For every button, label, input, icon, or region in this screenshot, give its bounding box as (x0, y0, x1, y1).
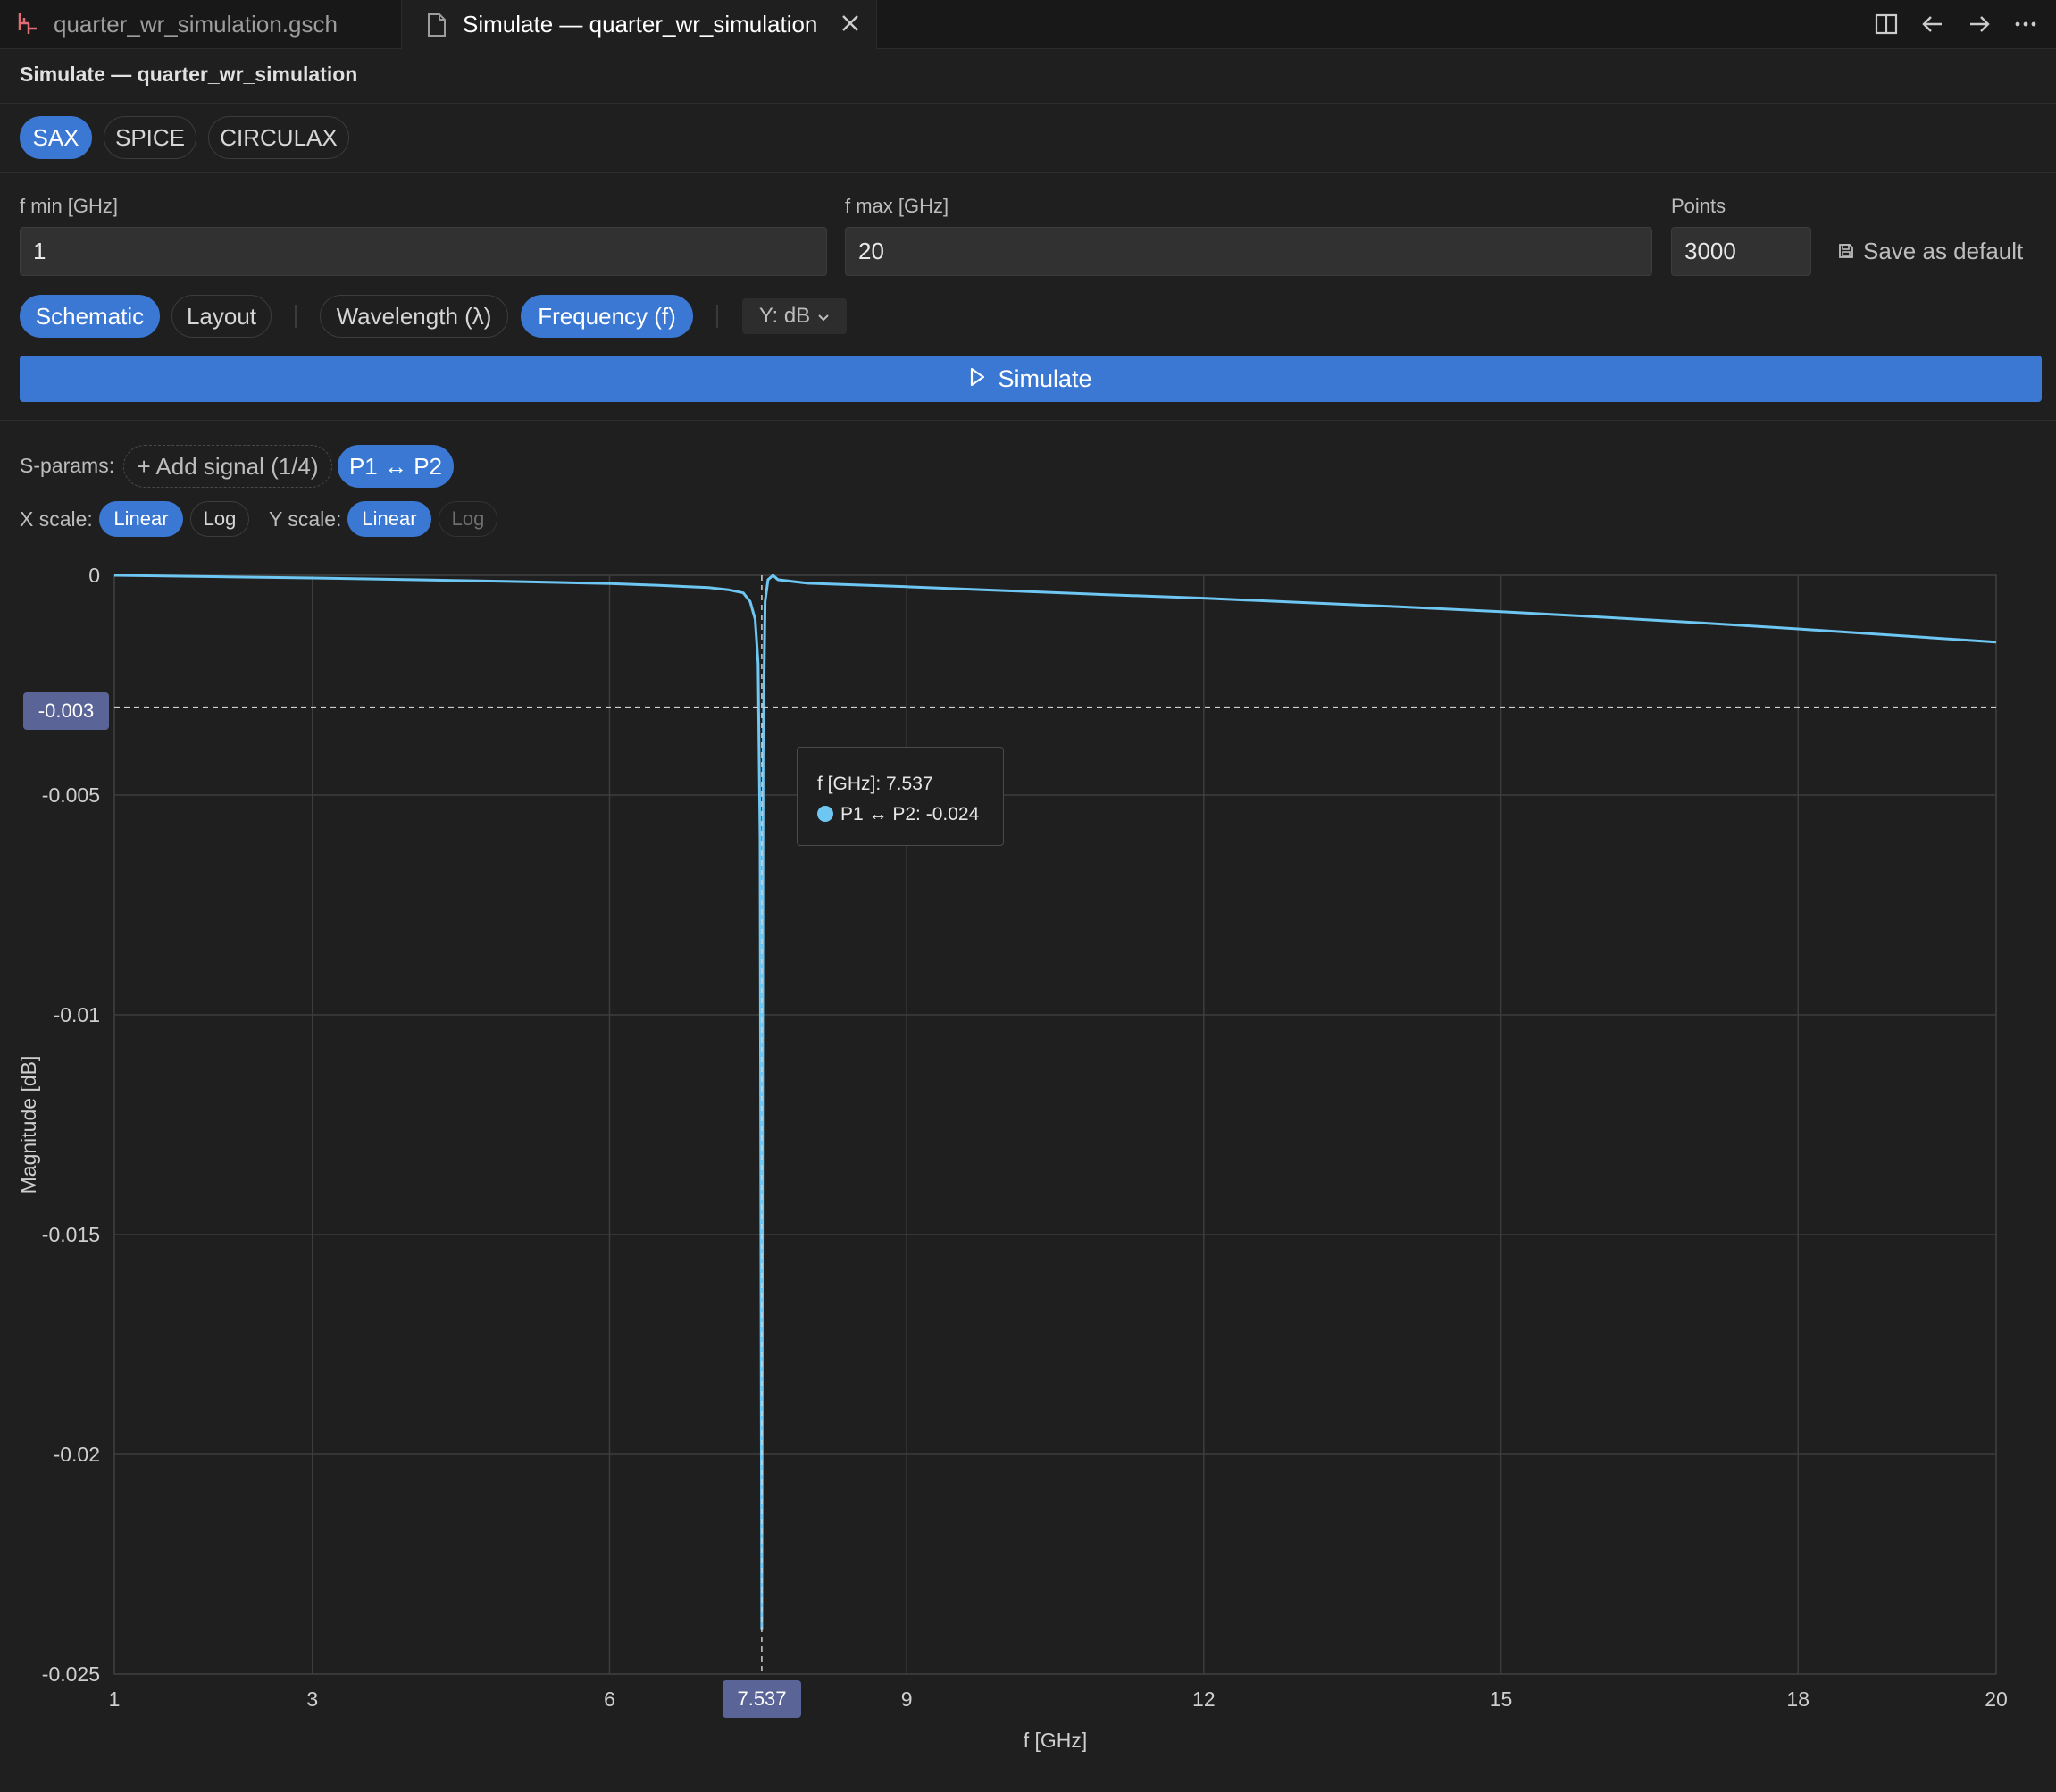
x-tick-label: 1 (109, 1687, 121, 1711)
x-axis-label: f [GHz] (1024, 1729, 1088, 1752)
y-scale-log-button[interactable]: Log (439, 501, 497, 537)
x-tick-label: 6 (604, 1687, 615, 1711)
x-scale-linear-button[interactable]: Linear (99, 501, 183, 537)
y-tick-label: -0.02 (54, 1443, 100, 1466)
chart-tooltip: f [GHz]: 7.537 P1 ↔ P2: -0.024 (797, 747, 1004, 846)
view-schematic-button[interactable]: Schematic (20, 295, 160, 338)
file-icon (423, 12, 450, 38)
y-scale-linear-button[interactable]: Linear (347, 501, 431, 537)
x-tick-label: 9 (901, 1687, 913, 1711)
signal-chip-p1-p2[interactable]: P1 ↔ P2 (338, 445, 454, 488)
add-signal-button[interactable]: + Add signal (1/4) (123, 445, 332, 488)
tooltip-series-value: P1 ↔ P2: -0.024 (840, 804, 980, 825)
engine-circulax-button[interactable]: CIRCULAX (208, 116, 349, 159)
divider (0, 420, 2056, 421)
simulate-button[interactable]: Simulate (20, 356, 2042, 402)
engine-sax-button[interactable]: SAX (20, 116, 92, 159)
save-default-label: Save as default (1863, 238, 2024, 264)
points-input[interactable] (1671, 227, 1811, 276)
chevron-down-icon (817, 304, 830, 329)
save-default-button[interactable]: Save as default (1838, 238, 2023, 265)
simulate-label: Simulate (998, 364, 1092, 392)
y-tick-label: -0.005 (42, 783, 100, 807)
x-tick-label: 20 (1985, 1687, 2008, 1711)
fmax-label: f max [GHz] (845, 195, 949, 217)
y-tick-label: 0 (88, 564, 100, 587)
separator (716, 305, 718, 328)
y-tick-label: -0.025 (42, 1662, 100, 1686)
y-axis-label: Magnitude [dB] (17, 1056, 40, 1194)
more-icon[interactable] (2011, 10, 2040, 38)
fmin-label: f min [GHz] (20, 195, 119, 217)
cursor-y-badge: -0.003 (23, 692, 109, 730)
y-tick-label: -0.01 (54, 1003, 100, 1026)
domain-wavelength-button[interactable]: Wavelength (λ) (320, 295, 508, 338)
page-title: Simulate — quarter_wr_simulation (20, 63, 358, 86)
series-line-p1-p2 (113, 573, 1997, 1630)
schematic-file-icon (14, 11, 41, 38)
tab-schematic-file[interactable]: quarter_wr_simulation.gsch (0, 0, 402, 48)
arrow-right-icon[interactable] (1965, 10, 1993, 38)
x-tick-label: 18 (1786, 1687, 1809, 1711)
split-editor-icon[interactable] (1872, 10, 1901, 38)
sparams-label: S-params: (20, 454, 115, 477)
plot-frame (113, 574, 1997, 1675)
domain-frequency-button[interactable]: Frequency (f) (521, 295, 693, 338)
tab-label: quarter_wr_simulation.gsch (54, 10, 338, 38)
fmin-input[interactable] (20, 227, 827, 276)
fmax-input[interactable] (845, 227, 1652, 276)
cursor-x-badge: 7.537 (723, 1680, 801, 1718)
separator (295, 305, 297, 328)
arrow-left-icon[interactable] (1918, 10, 1947, 38)
engine-spice-button[interactable]: SPICE (104, 116, 196, 159)
tooltip-x-value: f [GHz]: 7.537 (817, 774, 933, 794)
x-tick-label: 15 (1490, 1687, 1513, 1711)
x-tick-label: 12 (1192, 1687, 1216, 1711)
y-scale-label: Y scale: (269, 507, 342, 531)
tab-label: Simulate — quarter_wr_simulation (463, 11, 818, 38)
play-icon (969, 365, 985, 393)
series-dot-icon (817, 806, 833, 822)
x-scale-label: X scale: (20, 507, 93, 531)
y-unit-value: Y: dB (758, 304, 811, 328)
divider (0, 103, 2056, 104)
x-scale-log-button[interactable]: Log (190, 501, 249, 537)
y-unit-select[interactable]: Y: dB (742, 298, 847, 334)
editor-tab-bar: quarter_wr_simulation.gsch Simulate — qu… (0, 0, 2056, 49)
save-icon (1838, 238, 1854, 265)
sparam-chart[interactable]: 1 3 6 9 12 15 18 20 0 -0.005 -0.01 -0.015 -0.02 -0.0… (0, 536, 2056, 1792)
x-tick-label: 3 (306, 1687, 318, 1711)
y-tick-label: -0.015 (42, 1223, 100, 1246)
close-icon[interactable] (840, 10, 860, 40)
points-label: Points (1671, 195, 1726, 217)
tab-simulate[interactable]: Simulate — quarter_wr_simulation (402, 0, 877, 49)
divider (0, 172, 2056, 173)
tooltip-series-row: P1 ↔ P2: -0.024 (817, 800, 1003, 830)
view-layout-button[interactable]: Layout (171, 295, 272, 338)
